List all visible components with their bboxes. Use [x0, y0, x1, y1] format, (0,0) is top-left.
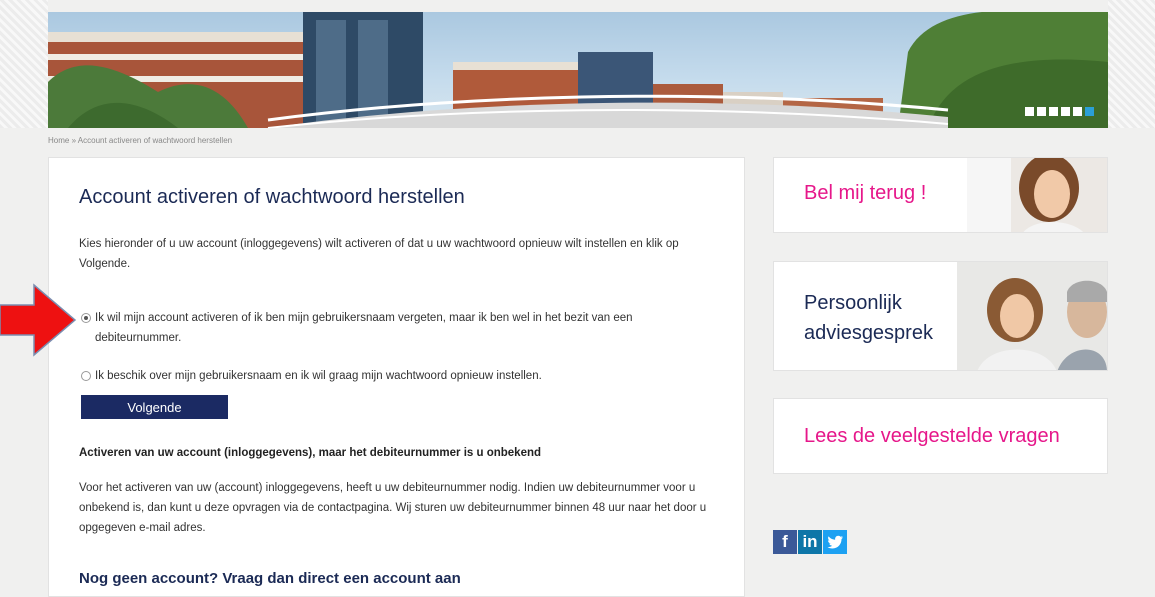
- option-activate-account[interactable]: Ik wil mijn account activeren of ik ben …: [81, 308, 721, 348]
- slider-dot[interactable]: [1061, 107, 1070, 116]
- facebook-icon[interactable]: f: [773, 530, 797, 554]
- slider-dot[interactable]: [1037, 107, 1046, 116]
- hero-photo: [48, 12, 1108, 128]
- section-heading-request-account: Nog geen account? Vraag dan direct een a…: [79, 570, 461, 587]
- twitter-icon[interactable]: [823, 530, 847, 554]
- hero-side-pattern-right: [1108, 0, 1155, 128]
- option-reset-password[interactable]: Ik beschik over mijn gebruikersnaam en i…: [81, 366, 721, 386]
- next-button[interactable]: Volgende: [81, 395, 228, 419]
- breadcrumb[interactable]: Home » Account activeren of wachtwoord h…: [48, 136, 232, 145]
- radio-reset-password[interactable]: [81, 371, 91, 381]
- slider-dot[interactable]: [1085, 107, 1094, 116]
- slider-dots[interactable]: [1025, 107, 1094, 116]
- section-heading-unknown-debtor: Activeren van uw account (inloggegevens)…: [79, 447, 542, 459]
- option-reset-password-label: Ik beschik over mijn gebruikersnaam en i…: [95, 370, 542, 382]
- faq-promo[interactable]: Lees de veelgestelde vragen: [773, 398, 1108, 474]
- intro-text: Kies hieronder of u uw account (inloggeg…: [79, 238, 679, 270]
- callback-promo-label: Bel mij terug !: [804, 182, 927, 204]
- option-activate-account-label: Ik wil mijn account activeren of ik ben …: [95, 312, 633, 344]
- callback-photo: [967, 158, 1107, 232]
- page-title: Account activeren of wachtwoord herstell…: [79, 186, 465, 208]
- linkedin-icon[interactable]: in: [798, 530, 822, 554]
- advice-promo-line2: adviesgesprek: [804, 322, 933, 344]
- red-arrow-icon: [0, 283, 77, 357]
- advice-promo[interactable]: Persoonlijk adviesgesprek: [773, 261, 1108, 371]
- callback-promo[interactable]: Bel mij terug !: [773, 157, 1108, 233]
- main-content-card: Account activeren of wachtwoord herstell…: [48, 157, 745, 597]
- hero-side-pattern-left: [0, 0, 48, 128]
- faq-promo-label: Lees de veelgestelde vragen: [804, 425, 1060, 447]
- slider-dot[interactable]: [1049, 107, 1058, 116]
- advice-promo-line1: Persoonlijk: [804, 292, 902, 314]
- radio-activate-account[interactable]: [81, 313, 91, 323]
- hero-banner: [48, 12, 1108, 128]
- twitter-bird-icon: [827, 535, 843, 549]
- section-text-unknown-debtor: Voor het activeren van uw (account) inlo…: [79, 482, 707, 534]
- slider-dot[interactable]: [1073, 107, 1082, 116]
- advice-photo: [957, 262, 1107, 370]
- slider-dot[interactable]: [1025, 107, 1034, 116]
